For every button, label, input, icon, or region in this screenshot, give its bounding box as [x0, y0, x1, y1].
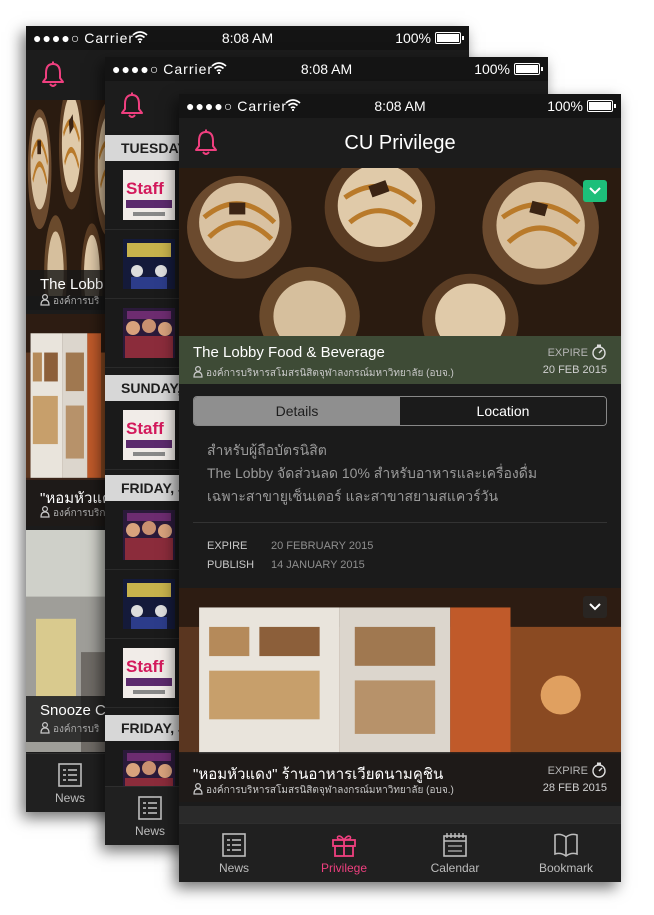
- event-thumbnail: [123, 410, 175, 460]
- privilege-description: สำหรับผู้ถือบัตรนิสิต The Lobby จัดส่วนล…: [207, 439, 602, 508]
- divider: [193, 522, 607, 523]
- battery-indicator: 100%: [547, 98, 616, 114]
- item-org: องค์การบริหารสโมสรนิสิตจุฬาลงกรณ์มหาวิทย…: [206, 785, 454, 796]
- chevron-down-icon: [589, 603, 601, 611]
- event-thumbnail: [123, 510, 175, 560]
- item-title: The Lobb: [40, 276, 104, 293]
- event-thumbnail: [123, 239, 175, 289]
- battery-label: 100%: [547, 98, 583, 114]
- gift-icon: [331, 832, 357, 858]
- meta-value: 14 JANUARY 2015: [271, 559, 365, 571]
- expire-badge: EXPIRE 20 FEB 2015: [543, 344, 607, 376]
- segmented-control: Details Location: [193, 396, 607, 426]
- person-icon: [40, 722, 50, 734]
- status-bar: ●●●●○ Carrier 8:08 AM 100%: [26, 26, 469, 50]
- status-bar: ●●●●○ Carrier 8:08 AM 100%: [179, 94, 621, 118]
- news-icon: [137, 795, 163, 821]
- meta-value: 20 FEBRUARY 2015: [271, 540, 374, 552]
- person-icon: [40, 294, 50, 306]
- description-line: สำหรับผู้ถือบัตรนิสิต: [207, 442, 327, 458]
- phone-screen-front: ●●●●○ Carrier 8:08 AM 100% CU Privilege T…: [179, 94, 621, 882]
- battery-icon: [514, 63, 543, 75]
- tab-privilege[interactable]: Privilege: [289, 824, 399, 882]
- expire-date: 28 FEB 2015: [542, 782, 607, 794]
- tab-label: Bookmark: [538, 861, 594, 875]
- page-title: CU Privilege: [344, 132, 456, 154]
- person-icon: [40, 506, 50, 518]
- item-title: Snooze C: [40, 702, 106, 719]
- tab-label: News: [134, 824, 165, 838]
- battery-indicator: 100%: [395, 30, 464, 46]
- nav-bar: CU Privilege: [179, 118, 621, 168]
- stopwatch-icon: [591, 762, 607, 778]
- meta-key: EXPIRE: [207, 540, 248, 552]
- event-thumbnail: [123, 308, 175, 358]
- tab-label: Privilege: [320, 861, 368, 875]
- status-bar: ●●●●○ Carrier 8:08 AM 100%: [105, 57, 548, 81]
- featured-org: องค์การบริหารสโมสรนิสิตจุฬาลงกรณ์มหาวิทย…: [206, 368, 454, 379]
- meta-key: PUBLISH: [207, 559, 255, 571]
- tab-label: News: [218, 861, 249, 875]
- description-line: เฉพาะสาขายูเซ็นเตอร์ และสาขาสยามสแควร์วั…: [207, 488, 499, 504]
- featured-photo[interactable]: [179, 168, 621, 336]
- chevron-down-icon: [589, 187, 601, 195]
- battery-icon: [587, 100, 616, 112]
- news-icon: [57, 762, 83, 788]
- event-thumbnail: [123, 170, 175, 220]
- tab-news[interactable]: News: [179, 824, 289, 882]
- tab-calendar[interactable]: Calendar: [400, 824, 510, 882]
- bookmark-icon: [553, 832, 579, 858]
- tab-label: Calendar: [430, 861, 480, 875]
- featured-title: The Lobby Food & Beverage: [193, 344, 385, 361]
- expire-label: EXPIRE: [547, 347, 588, 359]
- tab-label: News: [54, 791, 85, 805]
- expire-badge: EXPIRE 28 FEB 2015: [543, 762, 607, 794]
- collapse-button[interactable]: [583, 180, 607, 202]
- segment-details[interactable]: Details: [194, 397, 400, 425]
- calendar-icon: [442, 832, 468, 858]
- item-org: องค์การบริ: [53, 296, 100, 307]
- tab-bar: News Privilege Calendar Bookmark: [179, 823, 621, 882]
- stopwatch-icon: [591, 344, 607, 360]
- expire-label: EXPIRE: [547, 765, 588, 777]
- item-org: องค์การบริก: [53, 508, 106, 519]
- battery-label: 100%: [474, 61, 510, 77]
- bell-icon[interactable]: [117, 91, 147, 121]
- battery-label: 100%: [395, 30, 431, 46]
- person-icon: [193, 783, 203, 795]
- news-icon: [221, 832, 247, 858]
- battery-indicator: 100%: [474, 61, 543, 77]
- featured-caption[interactable]: The Lobby Food & Beverage องค์การบริหารส…: [179, 336, 621, 384]
- description-line: The Lobby จัดส่วนลด 10% สำหรับอาหารและเค…: [207, 465, 538, 481]
- item-org: องค์การบริ: [53, 724, 100, 735]
- person-icon: [193, 366, 203, 378]
- battery-icon: [435, 32, 464, 44]
- bell-icon[interactable]: [38, 60, 68, 90]
- expire-row: EXPIRE 20 FEBRUARY 2015: [207, 540, 373, 552]
- expand-button[interactable]: [583, 596, 607, 618]
- segment-location[interactable]: Location: [400, 397, 606, 425]
- tab-bookmark[interactable]: Bookmark: [511, 824, 621, 882]
- publish-row: PUBLISH 14 JANUARY 2015: [207, 559, 365, 571]
- expire-date: 20 FEB 2015: [542, 364, 607, 376]
- event-thumbnail: [123, 579, 175, 629]
- tab-news[interactable]: News: [26, 754, 114, 812]
- event-thumbnail: [123, 648, 175, 698]
- list-item[interactable]: "หอมหัวแดง" ร้านอาหารเวียดนามคูชิน องค์ก…: [179, 752, 621, 802]
